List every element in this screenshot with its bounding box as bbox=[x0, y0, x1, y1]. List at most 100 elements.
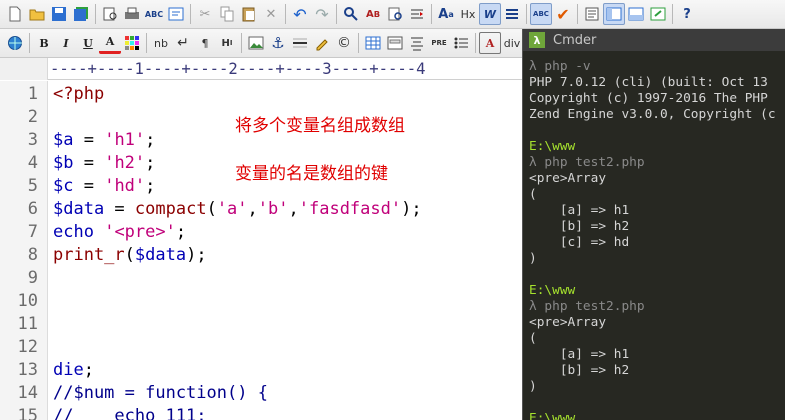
terminal-line: E:\www bbox=[529, 283, 576, 298]
table-icon[interactable] bbox=[362, 32, 384, 54]
toolbar-separator bbox=[95, 4, 96, 24]
toolbar-separator bbox=[146, 33, 147, 53]
terminal-line: [a] => h1 bbox=[559, 203, 630, 218]
code-text[interactable]: die; bbox=[53, 359, 94, 382]
code-line[interactable]: 9 bbox=[0, 267, 522, 290]
code-text[interactable]: print_r($data); bbox=[53, 244, 207, 267]
toolbar-separator bbox=[190, 4, 191, 24]
paragraph-button[interactable]: ¶ bbox=[194, 32, 216, 54]
code-line[interactable]: 11 bbox=[0, 313, 522, 336]
toolbar-separator bbox=[241, 33, 242, 53]
browser-preview-icon[interactable] bbox=[647, 3, 669, 25]
highlight-pen-icon[interactable] bbox=[311, 32, 333, 54]
line-break-icon[interactable]: ↵ bbox=[172, 32, 194, 54]
column-ruler: ----+----1----+----2----+----3----+----4 bbox=[0, 58, 522, 80]
horizontal-rule-icon[interactable] bbox=[289, 32, 311, 54]
print-preview-icon[interactable] bbox=[99, 3, 121, 25]
code-line[interactable]: 8 print_r($data); bbox=[0, 244, 522, 267]
paste-icon[interactable] bbox=[238, 3, 260, 25]
cmder-titlebar[interactable]: λ Cmder bbox=[523, 29, 785, 51]
italic-button[interactable]: I bbox=[55, 32, 77, 54]
toolbar-separator bbox=[526, 4, 527, 24]
bold-button[interactable]: B bbox=[33, 32, 55, 54]
new-file-icon[interactable] bbox=[4, 3, 26, 25]
copy-icon[interactable] bbox=[216, 3, 238, 25]
document-list-icon[interactable] bbox=[581, 3, 603, 25]
line-number: 4 bbox=[27, 153, 38, 173]
line-list-icon[interactable] bbox=[501, 3, 523, 25]
preformatted-button[interactable]: PRE bbox=[428, 32, 450, 54]
code-line[interactable]: 7 echo '<pre>'; bbox=[0, 221, 522, 244]
spell-abc-icon[interactable]: ABC bbox=[530, 3, 552, 25]
terminal-line: <pre>Array bbox=[529, 315, 607, 330]
terminal-line: [b] => h2 bbox=[559, 363, 630, 378]
spell-check-icon[interactable]: ABC bbox=[143, 3, 165, 25]
code-text[interactable]: $data = compact('a','b','fasdfasd'); bbox=[53, 198, 422, 221]
font-color-button[interactable]: A bbox=[99, 32, 121, 54]
image-icon[interactable] bbox=[245, 32, 267, 54]
open-folder-icon[interactable] bbox=[26, 3, 48, 25]
list-icon[interactable] bbox=[450, 32, 472, 54]
color-palette-icon[interactable] bbox=[121, 32, 143, 54]
code-text[interactable]: <?php bbox=[53, 83, 104, 106]
font-tag-button[interactable]: A bbox=[479, 32, 501, 54]
preview-icon[interactable] bbox=[165, 3, 187, 25]
save-all-icon[interactable] bbox=[70, 3, 92, 25]
toolbar-separator bbox=[577, 4, 578, 24]
terminal-output[interactable]: λ php -v PHP 7.0.12 (cli) (built: Oct 13… bbox=[529, 59, 776, 420]
code-line[interactable]: 6 $data = compact('a','b','fasdfasd'); bbox=[0, 198, 522, 221]
delete-icon[interactable]: ✕ bbox=[260, 3, 282, 25]
code-text[interactable]: // echo 111; bbox=[53, 405, 207, 420]
underline-button[interactable]: U bbox=[77, 32, 99, 54]
line-number: 14 bbox=[17, 383, 38, 403]
line-number: 12 bbox=[17, 337, 38, 357]
find-icon[interactable] bbox=[340, 3, 362, 25]
print-icon[interactable] bbox=[121, 3, 143, 25]
div-button[interactable]: div bbox=[501, 32, 523, 54]
find-replace-icon[interactable]: AB bbox=[362, 3, 384, 25]
word-wrap-toggle-icon[interactable]: W bbox=[479, 3, 501, 25]
code-text[interactable]: echo '<pre>'; bbox=[53, 221, 186, 244]
hex-mode-icon[interactable]: Hx bbox=[457, 3, 479, 25]
save-icon[interactable] bbox=[48, 3, 70, 25]
align-center-icon[interactable] bbox=[406, 32, 428, 54]
terminal-line: [b] => h2 bbox=[559, 219, 630, 234]
cmder-window[interactable]: λ Cmder λ php -v PHP 7.0.12 (cli) (built… bbox=[522, 29, 785, 420]
code-text[interactable]: //$num = function() { bbox=[53, 382, 268, 405]
code-editor[interactable]: 1 <?php 2 3 $a = 'h1'; 4 $b = 'h2'; 5 $c = 'hd';… bbox=[0, 81, 522, 420]
toolbar-separator bbox=[431, 4, 432, 24]
toolbar-separator bbox=[29, 33, 30, 53]
cut-icon[interactable]: ✂ bbox=[194, 3, 216, 25]
font-icon[interactable]: Aa bbox=[435, 3, 457, 25]
code-line[interactable]: 15 // echo 111; bbox=[0, 405, 522, 420]
toolbar-separator bbox=[336, 4, 337, 24]
goto-line-icon[interactable] bbox=[406, 3, 428, 25]
line-number: 10 bbox=[17, 291, 38, 311]
toolbar-separator bbox=[285, 4, 286, 24]
copyright-icon[interactable]: © bbox=[333, 32, 355, 54]
check-icon[interactable]: ✔ bbox=[552, 3, 574, 25]
globe-icon[interactable] bbox=[4, 32, 26, 54]
panel-layout-icon[interactable] bbox=[603, 3, 625, 25]
heading-button[interactable]: HI bbox=[216, 32, 238, 54]
toolbar-separator bbox=[358, 33, 359, 53]
code-text[interactable]: $a = 'h1'; bbox=[53, 129, 155, 152]
code-text[interactable]: $b = 'h2'; bbox=[53, 152, 155, 175]
find-in-files-icon[interactable] bbox=[384, 3, 406, 25]
code-line[interactable]: 10 bbox=[0, 290, 522, 313]
redo-icon[interactable]: ↷ bbox=[311, 3, 333, 25]
code-text[interactable]: $c = 'hd'; bbox=[53, 175, 155, 198]
terminal-line: ) bbox=[529, 379, 537, 394]
nbsp-button[interactable]: nb bbox=[150, 32, 172, 54]
anchor-icon[interactable]: ⚓ bbox=[267, 32, 289, 54]
form-icon[interactable] bbox=[384, 32, 406, 54]
help-icon[interactable]: ? bbox=[676, 3, 698, 25]
code-line[interactable]: 13 die; bbox=[0, 359, 522, 382]
output-window-icon[interactable] bbox=[625, 3, 647, 25]
code-line[interactable]: 1 <?php bbox=[0, 83, 522, 106]
code-line[interactable]: 14 //$num = function() { bbox=[0, 382, 522, 405]
terminal-line: Copyright (c) 1997-2016 The PHP bbox=[529, 91, 768, 106]
undo-icon[interactable]: ↶ bbox=[289, 3, 311, 25]
code-line[interactable]: 12 bbox=[0, 336, 522, 359]
terminal-line: ( bbox=[529, 331, 537, 346]
